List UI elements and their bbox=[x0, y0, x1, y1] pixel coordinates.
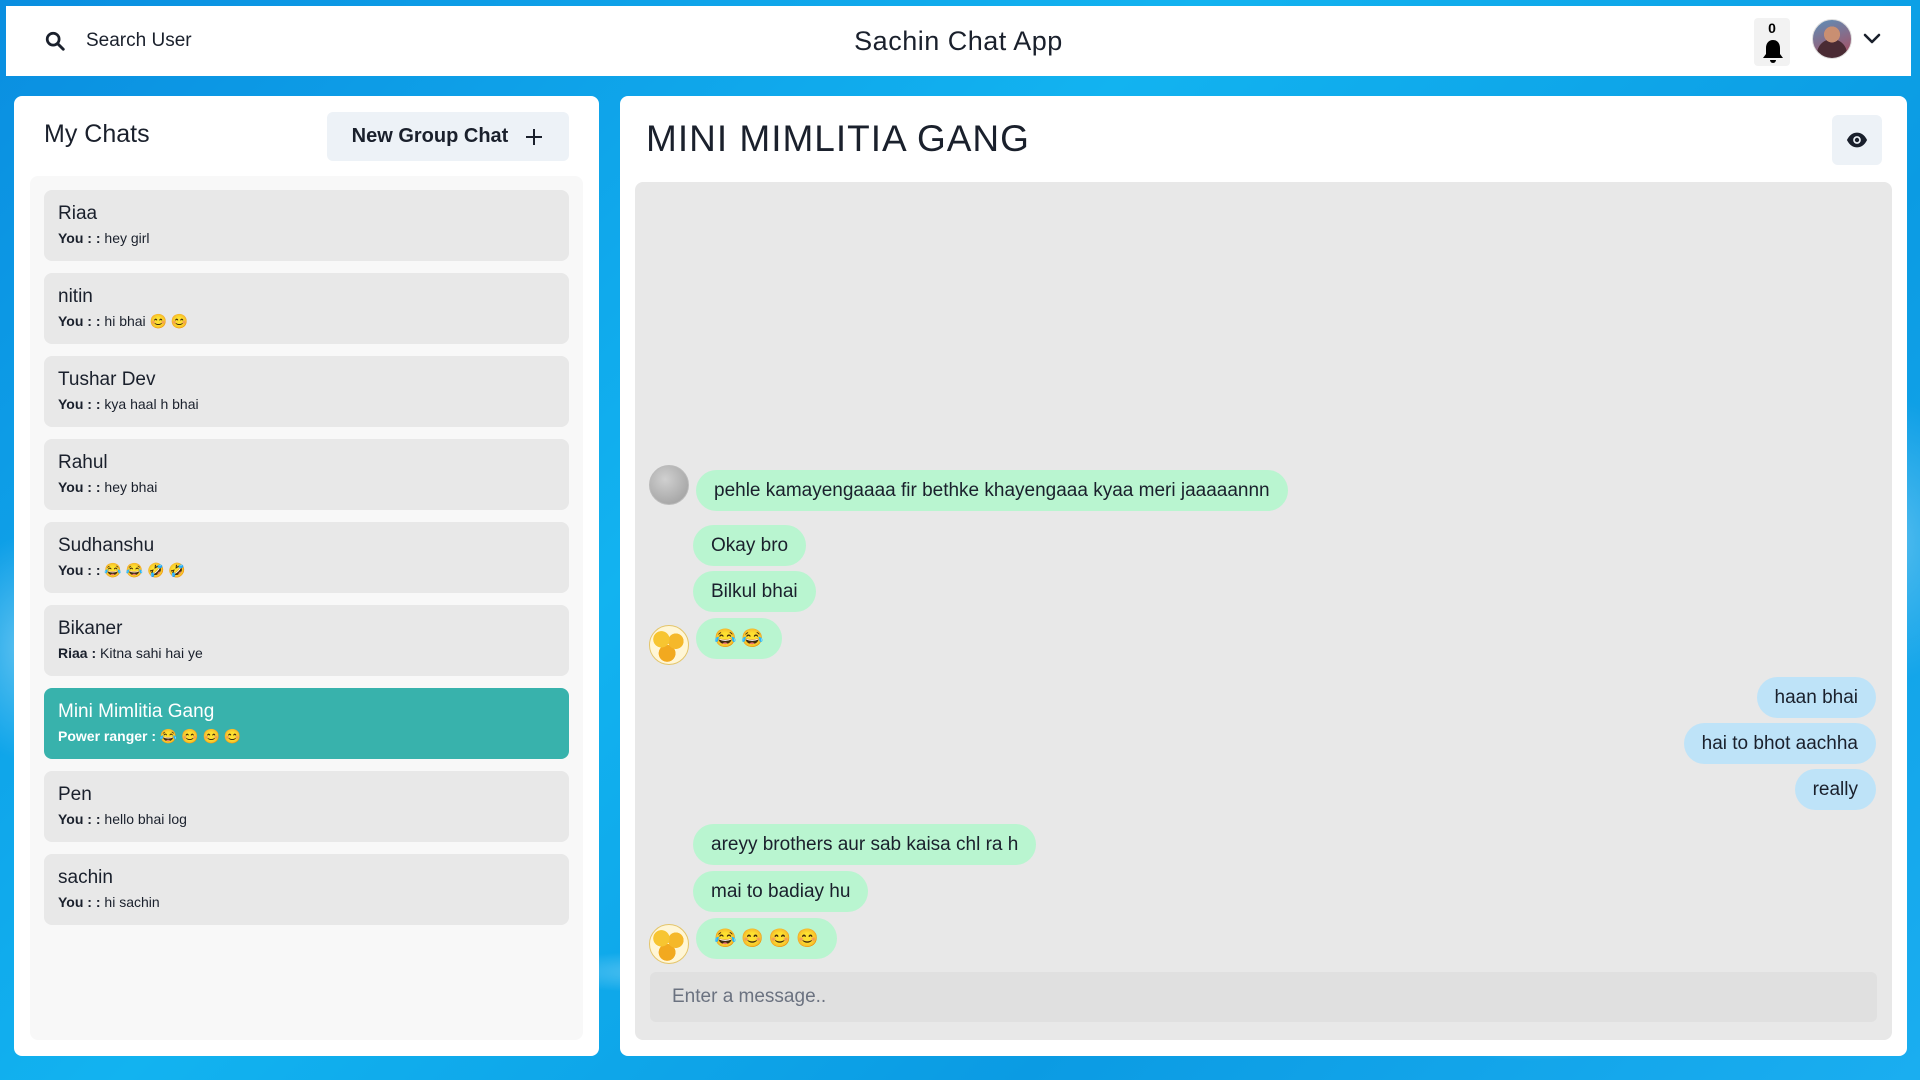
chat-item-sachin[interactable]: sachin You : : hi sachin bbox=[44, 854, 569, 925]
message-bubble: hai to bhot aachha bbox=[1683, 723, 1876, 764]
chat-title: MINI MIMLITIA GANG bbox=[646, 118, 1030, 159]
message-input[interactable] bbox=[650, 972, 1877, 1022]
new-group-chat-button[interactable]: New Group Chat bbox=[327, 112, 569, 161]
chat-preview: You : : hi bhai 😊 😊 bbox=[58, 313, 555, 330]
plus-icon bbox=[526, 128, 543, 145]
view-group-button[interactable] bbox=[1832, 115, 1882, 165]
messages-area: pehle kamayengaaaa fir bethke khayengaaa… bbox=[635, 182, 1892, 1040]
avatar bbox=[649, 924, 689, 964]
notification-badge: 0 bbox=[1768, 20, 1776, 36]
chat-preview-sender: You : : bbox=[58, 230, 101, 246]
chat-name: Rahul bbox=[58, 452, 108, 473]
chat-preview-text: hey bhai bbox=[104, 479, 158, 495]
chat-preview-sender: You : : bbox=[58, 479, 101, 495]
chat-preview: Power ranger : 😂 😊 😊 😊 bbox=[58, 728, 555, 745]
bell-icon bbox=[1763, 40, 1783, 63]
chat-item-sudhanshu[interactable]: Sudhanshu You : : 😂 😂 🤣 🤣 bbox=[44, 522, 569, 593]
chat-name: nitin bbox=[58, 286, 93, 307]
message-bubble: mai to badiay hu bbox=[693, 871, 869, 912]
chat-preview-sender: You : : bbox=[58, 811, 101, 827]
avatar bbox=[1812, 19, 1852, 59]
message-bubble: Bilkul bhai bbox=[693, 571, 816, 612]
chat-item-rahul[interactable]: Rahul You : : hey bhai bbox=[44, 439, 569, 510]
chat-preview: Riaa : Kitna sahi hai ye bbox=[58, 645, 555, 661]
chat-preview: You : : kya haal h bhai bbox=[58, 396, 555, 412]
chat-preview-text: 😂 😊 😊 😊 bbox=[159, 728, 242, 744]
message-bubble: Okay bro bbox=[693, 525, 807, 566]
chat-name: Pen bbox=[58, 784, 92, 805]
chat-preview: You : : hey bhai bbox=[58, 479, 555, 495]
chat-item-pen[interactable]: Pen You : : hello bhai log bbox=[44, 771, 569, 842]
chat-preview-text: hi bhai 😊 😊 bbox=[104, 313, 189, 329]
chat-preview-text: hello bhai log bbox=[104, 811, 187, 827]
chat-item-bikaner[interactable]: Bikaner Riaa : Kitna sahi hai ye bbox=[44, 605, 569, 676]
notifications-button[interactable]: 0 bbox=[1754, 18, 1790, 66]
avatar bbox=[649, 465, 689, 505]
chat-preview-sender: Riaa : bbox=[58, 645, 97, 661]
message-bubble: pehle kamayengaaaa fir bethke khayengaaa… bbox=[696, 470, 1288, 511]
chat-preview: You : : hey girl bbox=[58, 230, 555, 246]
chat-name: Mini Mimlitia Gang bbox=[58, 701, 215, 722]
message-bubble: really bbox=[1794, 769, 1876, 810]
profile-menu-button[interactable] bbox=[1812, 16, 1892, 62]
chat-preview: You : : hi sachin bbox=[58, 894, 555, 910]
message-bubble: areyy brothers aur sab kaisa chl ra h bbox=[693, 824, 1037, 865]
eye-icon bbox=[1846, 132, 1868, 148]
chat-preview-text: kya haal h bhai bbox=[104, 396, 199, 412]
chat-preview-text: hey girl bbox=[104, 230, 150, 246]
chat-item-mini-mimlitia-gang[interactable]: Mini Mimlitia Gang Power ranger : 😂 😊 😊 … bbox=[44, 688, 569, 759]
chat-panel: MINI MIMLITIA GANG pehle kamayengaaaa fi… bbox=[620, 96, 1907, 1056]
new-group-chat-label: New Group Chat bbox=[351, 125, 509, 147]
chat-preview-sender: You : : bbox=[58, 313, 101, 329]
chat-name: Sudhanshu bbox=[58, 535, 155, 556]
chat-item-riaa[interactable]: Riaa You : : hey girl bbox=[44, 190, 569, 261]
my-chats-panel: My Chats New Group Chat Riaa You : : hey… bbox=[14, 96, 599, 1056]
message-bubble: 😂 😂 bbox=[696, 618, 782, 659]
chat-item-tushar-dev[interactable]: Tushar Dev You : : kya haal h bhai bbox=[44, 356, 569, 427]
avatar bbox=[649, 625, 689, 665]
chat-preview-sender: You : : bbox=[58, 562, 101, 578]
chat-name: Tushar Dev bbox=[58, 369, 156, 390]
chat-item-nitin[interactable]: nitin You : : hi bhai 😊 😊 bbox=[44, 273, 569, 344]
chat-preview-text: hi sachin bbox=[104, 894, 160, 910]
chat-preview-text: 😂 😂 🤣 🤣 bbox=[104, 562, 186, 578]
message-bubble: haan bhai bbox=[1756, 677, 1876, 718]
chat-preview: You : : 😂 😂 🤣 🤣 bbox=[58, 562, 555, 579]
chat-preview-sender: Power ranger : bbox=[58, 728, 157, 744]
chat-name: sachin bbox=[58, 867, 113, 888]
chat-list: Riaa You : : hey girl nitin You : : hi b… bbox=[30, 176, 583, 1040]
chat-name: Bikaner bbox=[58, 618, 123, 639]
chat-preview-text: Kitna sahi hai ye bbox=[100, 645, 203, 661]
chat-preview: You : : hello bhai log bbox=[58, 811, 555, 827]
message-bubble: 😂 😊 😊 😊 bbox=[696, 918, 837, 959]
app-title: Sachin Chat App bbox=[854, 26, 1063, 56]
chat-preview-sender: You : : bbox=[58, 396, 101, 412]
chevron-down-icon bbox=[1863, 33, 1881, 44]
chat-preview-sender: You : : bbox=[58, 894, 101, 910]
top-bar: Search User Sachin Chat App 0 bbox=[6, 6, 1911, 76]
my-chats-title: My Chats bbox=[44, 120, 150, 148]
chat-name: Riaa bbox=[58, 203, 98, 224]
